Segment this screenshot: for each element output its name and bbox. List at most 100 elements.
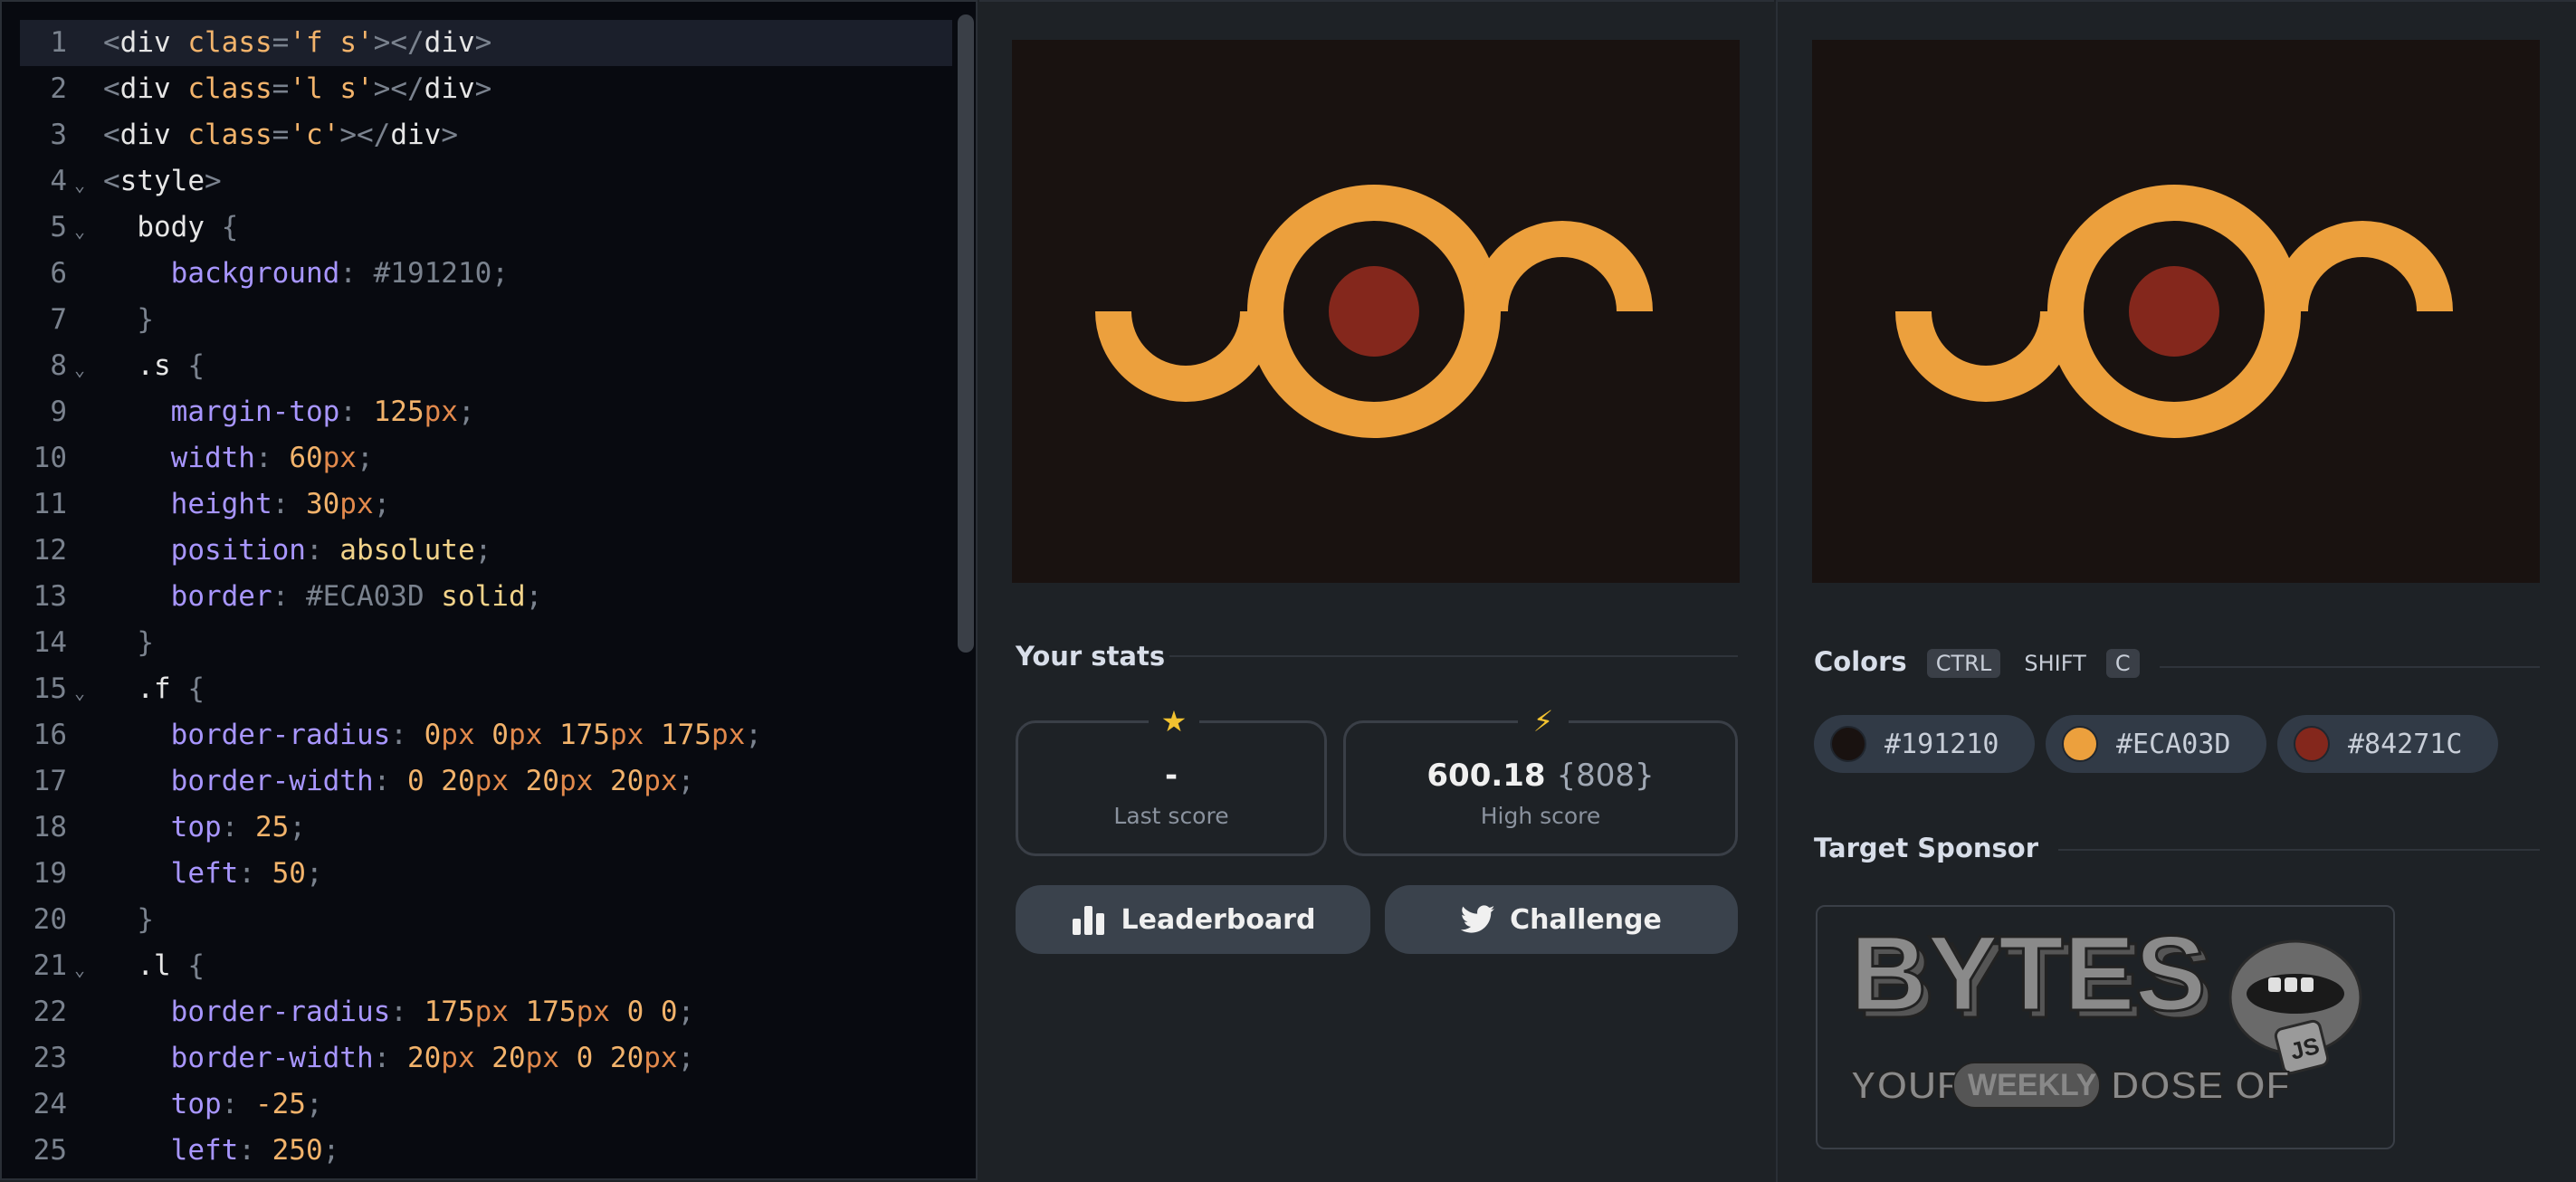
- code-text[interactable]: left: 250;: [103, 1128, 340, 1174]
- code-text[interactable]: background: #191210;: [103, 251, 509, 297]
- code-token: ></: [339, 119, 391, 151]
- leaderboard-button[interactable]: Leaderboard: [1016, 885, 1370, 954]
- kbd-c: C: [2105, 649, 2140, 678]
- code-text[interactable]: height: 30px;: [103, 481, 391, 528]
- code-token: div: [424, 72, 475, 105]
- editor-scrollbar[interactable]: [958, 14, 974, 653]
- code-text[interactable]: <div class='l s'></div>: [103, 66, 491, 112]
- code-token: .s: [103, 349, 188, 382]
- code-token: 175: [558, 719, 610, 751]
- code-line[interactable]: 22 border-radius: 175px 175px 0 0;: [20, 989, 952, 1035]
- fold-chevron-icon[interactable]: ⌄: [74, 347, 85, 393]
- code-text[interactable]: margin-top: 125px;: [103, 389, 475, 435]
- high-score-label: High score: [1480, 803, 1601, 829]
- fold-chevron-icon[interactable]: ⌄: [74, 208, 85, 254]
- line-number: 2: [50, 72, 67, 105]
- code-token: absolute: [339, 534, 475, 567]
- code-text[interactable]: .l {: [103, 943, 205, 989]
- code-text[interactable]: <div class='f s'></div>: [103, 20, 491, 66]
- code-line[interactable]: 23 border-width: 20px 20px 0 20px;: [20, 1035, 952, 1082]
- code-token: solid: [424, 580, 526, 613]
- bytes-brand: BYTES: [1850, 914, 2206, 1034]
- fold-chevron-icon[interactable]: ⌄: [74, 162, 85, 208]
- code-text[interactable]: top: -25;: [103, 1082, 323, 1128]
- code-text[interactable]: top: 25;: [103, 805, 306, 851]
- code-line[interactable]: 24 top: -25;: [20, 1082, 952, 1128]
- last-score-value: -: [1164, 758, 1178, 794]
- code-line[interactable]: 8 ⌄ .s {: [20, 343, 952, 389]
- code-text[interactable]: border-width: 0 20px 20px 20px;: [103, 758, 695, 805]
- code-line[interactable]: 11 height: 30px;: [20, 481, 952, 528]
- code-line[interactable]: 13 border: #ECA03D solid;: [20, 574, 952, 620]
- fold-chevron-icon[interactable]: ⌄: [74, 947, 85, 993]
- code-token: :: [373, 1042, 407, 1074]
- code-text[interactable]: <div class='c'></div>: [103, 112, 458, 158]
- code-text[interactable]: <style>: [103, 158, 222, 205]
- code-line[interactable]: 18 top: 25;: [20, 805, 952, 851]
- code-token: 175: [525, 996, 577, 1028]
- code-token: ;: [677, 996, 695, 1028]
- code-line[interactable]: 5 ⌄ body {: [20, 205, 952, 251]
- code-line[interactable]: 20 }: [20, 897, 952, 943]
- code-line[interactable]: 4 ⌄ <style>: [20, 158, 952, 205]
- code-line[interactable]: 2 <div class='l s'></div>: [20, 66, 952, 112]
- code-line[interactable]: 3 <div class='c'></div>: [20, 112, 952, 158]
- code-line[interactable]: 19 left: 50;: [20, 851, 952, 897]
- code-text[interactable]: }: [103, 297, 154, 343]
- code-token: px: [474, 765, 526, 797]
- code-token: ;: [322, 1134, 340, 1167]
- code-line[interactable]: 17 border-width: 0 20px 20px 20px;: [20, 758, 952, 805]
- code-token: 60: [289, 442, 323, 474]
- code-text[interactable]: .f {: [103, 666, 205, 712]
- code-token: =: [272, 72, 290, 105]
- code-line[interactable]: 6 background: #191210;: [20, 251, 952, 297]
- challenge-button[interactable]: Challenge: [1385, 885, 1738, 954]
- code-line[interactable]: 1 <div class='f s'></div>: [20, 20, 952, 66]
- code-line[interactable]: 14 }: [20, 620, 952, 666]
- color-chip-red[interactable]: #84271C: [2277, 715, 2498, 773]
- code-token: :: [254, 442, 290, 474]
- sponsor-card[interactable]: BYTES BYTES JS YOUR WEEKLY DOSE OF: [1816, 905, 2395, 1149]
- code-token: body: [103, 211, 222, 243]
- code-token: 0: [424, 719, 442, 751]
- code-token: ;: [525, 580, 543, 613]
- code-editor[interactable]: 1 <div class='f s'></div> 2 <div class='l s…: [0, 0, 978, 1180]
- code-line[interactable]: 25 left: 250;: [20, 1128, 952, 1174]
- code-text[interactable]: border: #ECA03D solid;: [103, 574, 543, 620]
- code-text[interactable]: }: [103, 620, 154, 666]
- code-line[interactable]: 16 border-radius: 0px 0px 175px 175px;: [20, 712, 952, 758]
- code-text[interactable]: border-radius: 175px 175px 0 0;: [103, 989, 695, 1035]
- line-number: 16: [33, 719, 67, 751]
- color-chip-orange[interactable]: #ECA03D: [2046, 715, 2266, 773]
- code-token: <: [103, 26, 120, 59]
- code-line[interactable]: 15 ⌄ .f {: [20, 666, 952, 712]
- code-token: class: [170, 119, 272, 151]
- code-token: 125: [373, 396, 425, 428]
- code-lines[interactable]: 1 <div class='f s'></div> 2 <div class='l s…: [20, 20, 952, 1174]
- code-text[interactable]: border-width: 20px 20px 0 20px;: [103, 1035, 695, 1082]
- code-token: 0: [491, 719, 509, 751]
- last-score-label: Last score: [1113, 803, 1229, 829]
- code-text[interactable]: position: absolute;: [103, 528, 492, 574]
- sponsor-title: Target Sponsor: [1814, 833, 2039, 863]
- line-number: 14: [33, 626, 67, 659]
- code-text[interactable]: .s {: [103, 343, 205, 389]
- color-chip-bg[interactable]: #191210: [1814, 715, 2035, 773]
- code-token: border: [103, 580, 272, 613]
- code-text[interactable]: left: 50;: [103, 851, 323, 897]
- code-text[interactable]: width: 60px;: [103, 435, 374, 481]
- code-line[interactable]: 9 margin-top: 125px;: [20, 389, 952, 435]
- code-line[interactable]: 7 }: [20, 297, 952, 343]
- code-token: ;: [305, 857, 323, 890]
- code-token: border-radius: [103, 996, 391, 1028]
- code-text[interactable]: body {: [103, 205, 238, 251]
- code-line[interactable]: 10 width: 60px;: [20, 435, 952, 481]
- code-line[interactable]: 21 ⌄ .l {: [20, 943, 952, 989]
- code-token: >: [205, 165, 222, 197]
- code-text[interactable]: }: [103, 897, 154, 943]
- code-token: :: [272, 580, 306, 613]
- fold-chevron-icon[interactable]: ⌄: [74, 670, 85, 716]
- high-score-value: 600.18: [1426, 758, 1546, 794]
- code-text[interactable]: border-radius: 0px 0px 175px 175px;: [103, 712, 762, 758]
- code-line[interactable]: 12 position: absolute;: [20, 528, 952, 574]
